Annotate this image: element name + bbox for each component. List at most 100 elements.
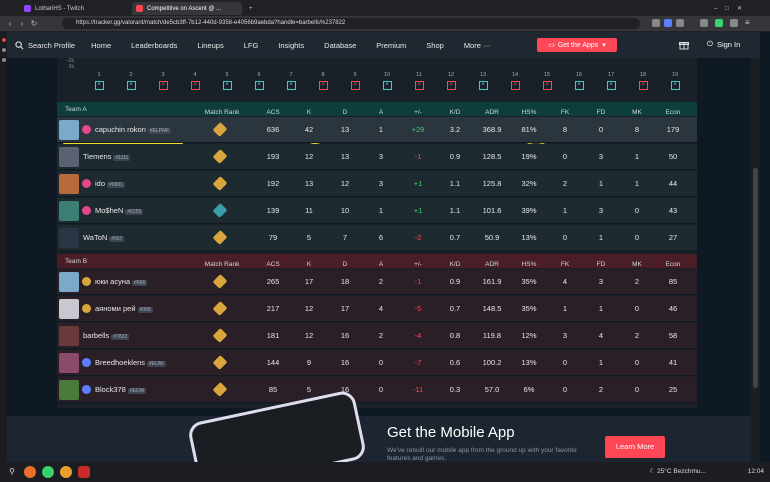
player-row[interactable]: Tiemens #1111 193 12 13 3 -1 0.9 128.5 19% 0 3 1 50 [57,144,697,170]
app-icon[interactable] [60,466,72,478]
player-name-link[interactable]: Block378 #EUW [95,385,147,394]
header-a[interactable]: A [365,261,397,268]
header-adr[interactable]: ADR [476,109,508,116]
header-pm[interactable]: +/- [402,261,434,268]
round-marker[interactable]: 9 × [348,72,362,90]
player-row[interactable]: аяноми рей #000 217 12 17 4 -5 0.7 148.5 35% 1 1 0 46 [57,296,697,322]
header-d[interactable]: D [329,261,361,268]
round-marker[interactable]: 8 × [316,72,330,90]
player-row[interactable]: ido #0901 192 13 12 3 +1 1.1 125.8 32% 2 1 1 44 [57,171,697,197]
sign-in-button[interactable]: ⏻ Sign In [707,39,740,49]
sidebar-dot-icon[interactable] [1,58,6,62]
extension-icon[interactable] [715,19,723,27]
player-name-link[interactable]: Tiemens #1111 [83,152,131,161]
nav-shop[interactable]: Shop [426,41,444,50]
header-d[interactable]: D [329,109,361,116]
search-icon[interactable]: ⚲ [6,466,18,478]
round-marker[interactable]: 13 × [476,72,490,90]
url-input[interactable]: https://tracker.gg/valorant/match/de5cb3… [62,18,640,29]
round-marker[interactable]: 5 × [220,72,234,90]
round-marker[interactable]: 17 × [604,72,618,90]
forward-icon[interactable]: › [16,19,28,28]
round-marker[interactable]: 18 × [636,72,650,90]
header-fd[interactable]: FD [585,109,617,116]
nav-insights[interactable]: Insights [278,41,304,50]
gift-icon[interactable] [679,40,689,52]
header-mk[interactable]: MK [621,109,653,116]
profile-icon[interactable] [730,19,738,27]
opera-icon[interactable] [78,466,90,478]
round-marker[interactable]: 15 × [540,72,554,90]
round-marker[interactable]: 2 × [124,72,138,90]
header-fk[interactable]: FK [549,261,581,268]
sidebar-dot-icon[interactable] [1,48,6,52]
header-fd[interactable]: FD [585,261,617,268]
reload-icon[interactable]: ↻ [28,19,40,28]
header-econ[interactable]: Econ [657,109,689,116]
round-marker[interactable]: 12 × [444,72,458,90]
sidebar-dot-icon[interactable] [1,38,6,42]
header-acs[interactable]: ACS [257,261,289,268]
extension-icon[interactable] [652,19,660,27]
nav-home[interactable]: Home [91,41,111,50]
nav-premium[interactable]: Premium [376,41,406,50]
search-profile-button[interactable]: Search Profile [15,41,75,50]
firefox-icon[interactable] [24,466,36,478]
app-icon[interactable] [42,466,54,478]
menu-icon[interactable]: ≡ [745,19,753,27]
player-name-link[interactable]: capuchin rokon #ELPMF [95,125,172,134]
player-name-link[interactable]: WaToN #557 [83,233,125,242]
player-name-link[interactable]: barbells #7822 [83,331,130,340]
tab-twitch[interactable]: LothariHS - Twitch [20,2,130,15]
header-mk[interactable]: MK [621,261,653,268]
extension-icon[interactable] [700,19,708,27]
vpn-icon[interactable] [664,19,672,27]
player-row[interactable]: юки асуна #666 265 17 18 2 -1 0.9 161.9 35% 4 3 2 85 [57,269,697,295]
player-row[interactable]: Mo$heN #6255 139 11 10 1 +1 1.1 101.6 39% 1 3 0 43 [57,198,697,224]
player-name-link[interactable]: юки асуна #666 [95,277,148,286]
header-kd[interactable]: K/D [439,261,471,268]
round-marker[interactable]: 7 × [284,72,298,90]
round-marker[interactable]: 10 × [380,72,394,90]
header-hs[interactable]: HS% [513,109,545,116]
player-row[interactable]: Block378 #EUW 85 5 16 0 -11 0.3 57.0 6% 0 2 0 25 [57,377,697,403]
back-icon[interactable]: ‹ [4,19,16,28]
nav-database[interactable]: Database [324,41,356,50]
header-match-rank[interactable]: Match Rank [197,261,247,268]
extension-icon[interactable] [676,19,684,27]
player-row[interactable]: WaToN #557 79 5 7 6 -2 0.7 50.9 13% 0 1 0 27 [57,225,697,251]
learn-more-button[interactable]: Learn More [605,436,665,458]
round-marker[interactable]: 3 × [156,72,170,90]
new-tab-button[interactable]: + [245,2,259,15]
player-name-link[interactable]: Breedhoeklens #EUW [95,358,166,367]
header-a[interactable]: A [365,109,397,116]
scrollbar-thumb[interactable] [753,168,758,388]
header-hs[interactable]: HS% [513,261,545,268]
player-row[interactable]: Breedhoeklens #EUW 144 9 16 0 -7 0.6 100.2 13% 0 1 0… [57,350,697,376]
header-acs[interactable]: ACS [257,109,289,116]
player-row[interactable]: capuchin rokon #ELPMF 636 42 13 1 +29 3.2 368.9 8… [57,117,697,143]
header-kd[interactable]: K/D [439,109,471,116]
round-marker[interactable]: 1 × [92,72,106,90]
nav-leaderboards[interactable]: Leaderboards [131,41,177,50]
header-match-rank[interactable]: Match Rank [197,109,247,116]
header-econ[interactable]: Econ [657,261,689,268]
nav-lineups[interactable]: Lineups [197,41,223,50]
header-k[interactable]: K [293,109,325,116]
player-name-link[interactable]: Mo$heN #6255 [95,206,144,215]
header-pm[interactable]: +/- [402,109,434,116]
player-name-link[interactable]: ido #0901 [95,179,125,188]
header-adr[interactable]: ADR [476,261,508,268]
round-marker[interactable]: 11 × [412,72,426,90]
window-controls[interactable]: –□✕ [710,2,768,15]
get-apps-button[interactable]: ▭ Get the Apps ▾ [537,38,617,52]
player-name-link[interactable]: аяноми рей #000 [95,304,153,313]
round-marker[interactable]: 14 × [508,72,522,90]
player-row[interactable]: barbells #7822 181 12 16 2 -4 0.8 119.8 12% 3 4 2 58 [57,323,697,349]
nav-more[interactable]: More ··· [464,41,491,50]
tab-tracker[interactable]: Competitive on Ascent @ ... [132,2,242,15]
header-k[interactable]: K [293,261,325,268]
page-scrollbar[interactable] [751,58,760,462]
round-marker[interactable]: 4 × [188,72,202,90]
round-marker[interactable]: 16 × [572,72,586,90]
